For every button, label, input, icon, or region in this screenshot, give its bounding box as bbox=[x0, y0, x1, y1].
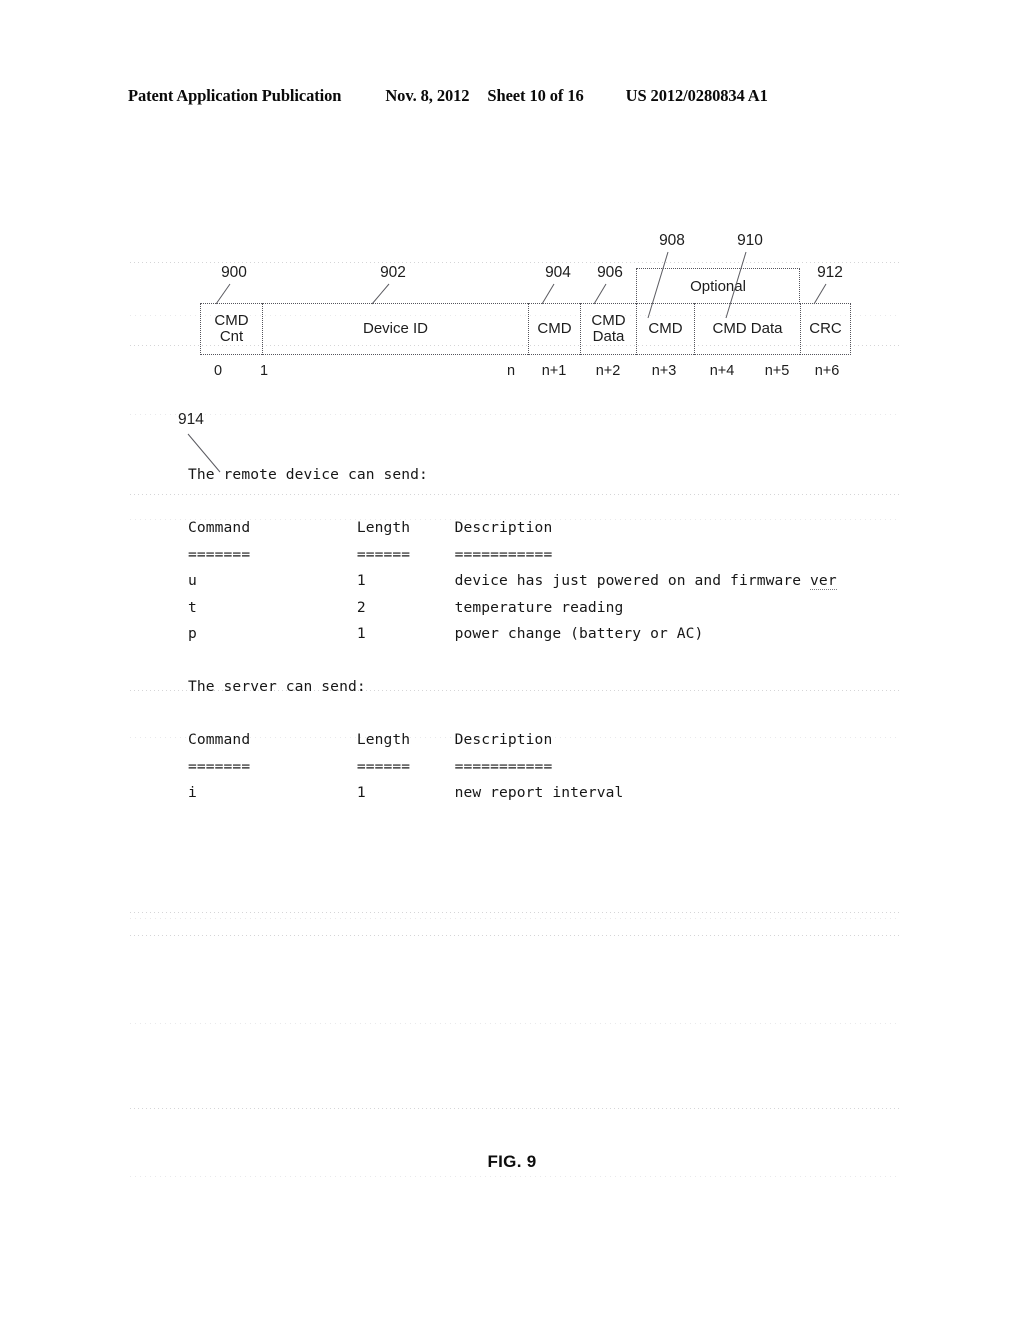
packet-field: CMD bbox=[528, 303, 580, 355]
listing-line: Command Length Description bbox=[188, 731, 553, 748]
listing-line bbox=[188, 701, 888, 728]
reference-numeral: 912 bbox=[817, 264, 843, 281]
figure-caption: FIG. 9 bbox=[487, 1152, 537, 1171]
packet-field-label: CMD Data bbox=[712, 319, 783, 337]
packet-format-diagram: Optional CMD Cnt Device ID CMD CMD Data CMD C… bbox=[0, 0, 1024, 420]
scan-artifact-line bbox=[130, 1023, 900, 1024]
scan-artifact-line bbox=[130, 1176, 900, 1177]
reference-numeral: 902 bbox=[380, 264, 406, 281]
scan-artifact-line bbox=[130, 935, 900, 936]
listing-line: ======= ====== =========== bbox=[188, 757, 553, 775]
packet-field: CMD Data bbox=[580, 303, 636, 355]
byte-offset-label: 1 bbox=[259, 363, 269, 379]
listing-line: i 1 new report interval bbox=[188, 784, 624, 801]
listing-line: ======= ====== =========== bbox=[188, 545, 553, 563]
packet-field-label: Device ID bbox=[362, 319, 429, 337]
byte-offset-label: n+4 bbox=[709, 363, 735, 379]
packet-field-label: CMD bbox=[648, 319, 683, 337]
byte-offset-label: n bbox=[506, 363, 516, 379]
leader-line bbox=[215, 283, 231, 305]
packet-field-label: CRC bbox=[809, 319, 842, 337]
listing-line: t 2 temperature reading bbox=[188, 598, 624, 616]
byte-offset-label: n+6 bbox=[814, 363, 840, 379]
leader-line bbox=[541, 283, 555, 305]
byte-offset-label: n+3 bbox=[651, 363, 677, 379]
packet-field: CRC bbox=[800, 303, 851, 355]
listing-line-suffix: ver bbox=[810, 572, 837, 590]
leader-line bbox=[593, 283, 607, 305]
listing-line bbox=[188, 648, 888, 675]
listing-line: The remote device can send: bbox=[188, 466, 428, 483]
listing-line: Command Length Description bbox=[188, 519, 553, 536]
packet-byte-row: CMD Cnt Device ID CMD CMD Data CMD CMD Data CR… bbox=[200, 303, 851, 355]
reference-numeral: 904 bbox=[545, 264, 571, 281]
leader-line bbox=[725, 251, 747, 319]
byte-offset-label: n+5 bbox=[764, 363, 790, 379]
byte-offset-label: n+1 bbox=[541, 363, 567, 379]
scan-artifact-line bbox=[130, 912, 900, 913]
packet-field-label: CMD Cnt bbox=[214, 311, 249, 345]
listing-line: p 1 power change (battery or AC) bbox=[188, 625, 704, 642]
reference-numeral: 906 bbox=[597, 264, 623, 281]
packet-field: Device ID bbox=[262, 303, 528, 355]
listing-line: u 1 device has just powered on and firmw… bbox=[188, 572, 837, 590]
byte-offset-label: 0 bbox=[213, 363, 223, 379]
leader-line bbox=[647, 251, 669, 319]
reference-numeral-914: 914 bbox=[178, 411, 204, 428]
scan-artifact-line bbox=[130, 918, 900, 919]
listing-line bbox=[188, 489, 888, 516]
scan-artifact-line bbox=[130, 1108, 900, 1109]
leader-line bbox=[813, 283, 827, 305]
reference-numeral: 900 bbox=[221, 264, 247, 281]
reference-numeral: 908 bbox=[659, 232, 685, 249]
packet-field-label: CMD Data bbox=[591, 311, 626, 345]
command-listing: The remote device can send: Command Leng… bbox=[188, 462, 888, 807]
listing-line: The server can send: bbox=[188, 678, 366, 695]
leader-line bbox=[371, 283, 390, 305]
reference-numeral: 910 bbox=[737, 232, 763, 249]
packet-field: CMD Cnt bbox=[200, 303, 262, 355]
packet-field-label: CMD bbox=[537, 319, 572, 337]
byte-offset-label: n+2 bbox=[595, 363, 621, 379]
byte-offset-labels: 0 1 n n+1 n+2 n+3 n+4 n+5 n+6 bbox=[0, 363, 1024, 385]
